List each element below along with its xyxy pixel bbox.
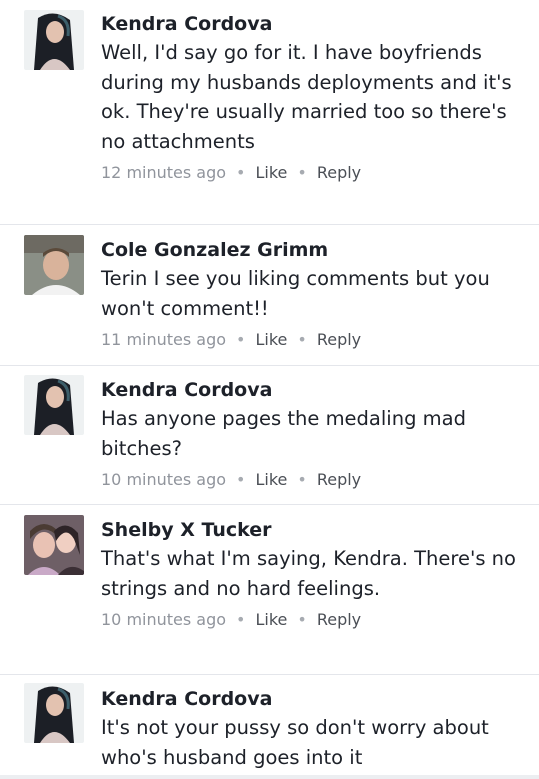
comment-item: Cole Gonzalez Grimm Terin I see you liki…: [0, 224, 539, 366]
like-button[interactable]: Like: [255, 163, 287, 182]
reply-button[interactable]: Reply: [317, 330, 361, 349]
separator-dot: •: [297, 330, 307, 349]
avatar[interactable]: [24, 683, 84, 743]
comment-text: That's what I'm saying, Kendra. There's …: [101, 547, 516, 600]
reply-button[interactable]: Reply: [317, 610, 361, 629]
comment-text: Terin I see you liking comments but you …: [101, 267, 490, 320]
comment-author[interactable]: Cole Gonzalez Grimm: [101, 237, 525, 263]
separator-dot: •: [297, 470, 307, 489]
comment-author[interactable]: Kendra Cordova: [101, 377, 525, 403]
reply-button[interactable]: Reply: [317, 163, 361, 182]
separator-dot: •: [236, 163, 246, 182]
comment-meta: 11 minutes ago • Like • Reply: [101, 329, 525, 351]
separator-dot: •: [297, 610, 307, 629]
comment-author[interactable]: Kendra Cordova: [101, 686, 525, 712]
reply-button[interactable]: Reply: [317, 470, 361, 489]
comment-item: Kendra Cordova Well, I'd say go for it. …: [0, 0, 539, 225]
comment-author[interactable]: Kendra Cordova: [101, 11, 525, 37]
comment-timestamp: 10 minutes ago: [101, 470, 227, 489]
comment-meta: 10 minutes ago • Like • Reply: [101, 609, 525, 631]
comment-timestamp: 11 minutes ago: [101, 330, 227, 349]
separator-dot: •: [297, 163, 307, 182]
avatar[interactable]: [24, 515, 84, 575]
comment-item: Shelby X Tucker That's what I'm saying, …: [0, 504, 539, 675]
separator-dot: •: [236, 470, 246, 489]
comment-timestamp: 10 minutes ago: [101, 610, 227, 629]
like-button[interactable]: Like: [255, 330, 287, 349]
like-button[interactable]: Like: [255, 470, 287, 489]
comment-meta: 10 minutes ago • Like • Reply: [101, 469, 525, 491]
bottom-divider: [0, 775, 539, 779]
avatar[interactable]: [24, 235, 84, 295]
comment-meta: 12 minutes ago • Like • Reply: [101, 162, 525, 184]
comment-timestamp: 12 minutes ago: [101, 163, 227, 182]
comment-item: Kendra Cordova It's not your pussy so do…: [0, 674, 539, 779]
comment-text: It's not your pussy so don't worry about…: [101, 716, 489, 769]
separator-dot: •: [236, 610, 246, 629]
like-button[interactable]: Like: [255, 610, 287, 629]
avatar[interactable]: [24, 10, 84, 70]
comment-item: Kendra Cordova Has anyone pages the meda…: [0, 365, 539, 505]
avatar[interactable]: [24, 375, 84, 435]
separator-dot: •: [236, 330, 246, 349]
comment-text: Well, I'd say go for it. I have boyfrien…: [101, 41, 512, 153]
comment-text: Has anyone pages the medaling mad bitche…: [101, 407, 466, 460]
comment-author[interactable]: Shelby X Tucker: [101, 517, 525, 543]
